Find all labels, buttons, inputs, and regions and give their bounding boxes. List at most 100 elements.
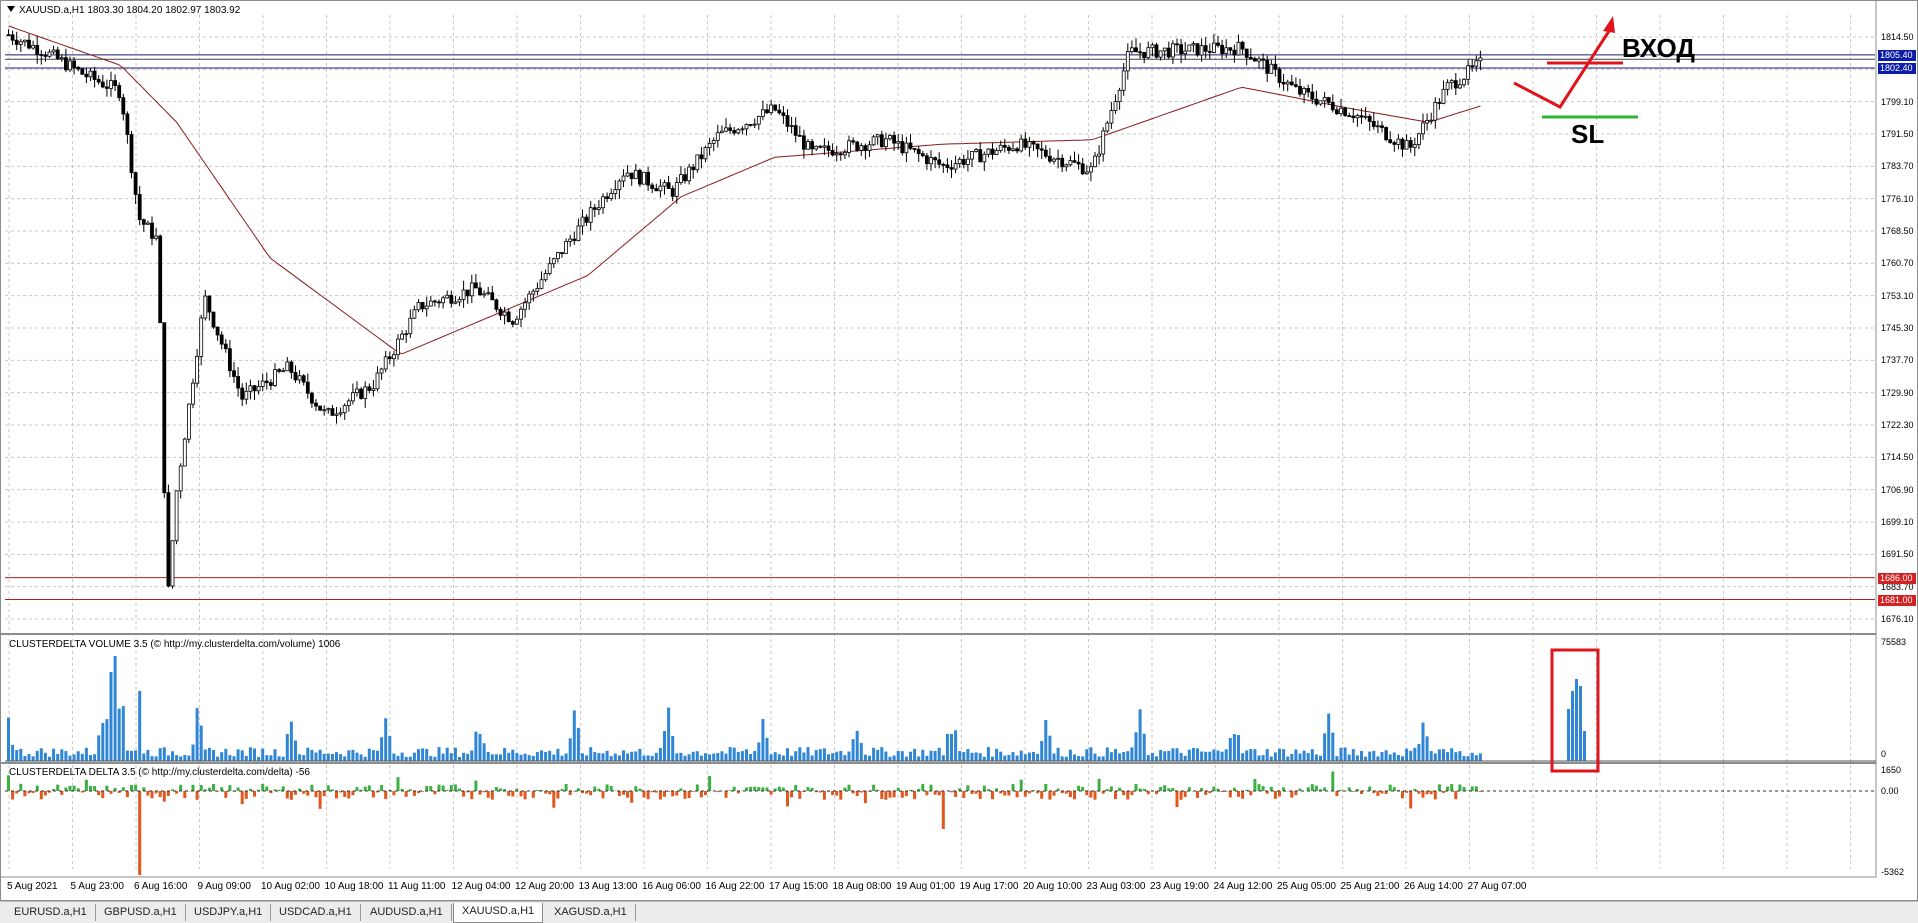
delta-bar: [1450, 784, 1454, 791]
volume-bar: [1384, 750, 1388, 761]
volume-bar: [298, 754, 302, 761]
candle-body: [1097, 153, 1101, 157]
candle-body: [277, 369, 282, 372]
time-axis-label: 5 Aug 23:00: [70, 881, 124, 892]
candle-body: [1146, 47, 1151, 59]
delta-bar: [646, 791, 650, 800]
volume-bar: [433, 756, 437, 761]
volume-bar: [1450, 748, 1454, 761]
delta-bar: [68, 785, 72, 791]
volume-bar: [1376, 756, 1380, 761]
price-candle: [621, 169, 626, 188]
candle-body: [117, 85, 122, 99]
price-candle: [761, 100, 765, 121]
volume-bar: [564, 753, 568, 761]
tab-usdcad-a-h1[interactable]: USDCAD.a,H1: [271, 904, 361, 921]
candle-body: [1281, 82, 1286, 85]
volume-bar: [683, 755, 687, 761]
volume-bar: [1183, 755, 1187, 761]
price-candle: [1392, 140, 1397, 152]
price-candle: [277, 368, 282, 374]
chart-canvas[interactable]: [1, 1, 1918, 901]
price-candle: [264, 372, 269, 390]
price-candle: [51, 45, 56, 55]
delta-bar: [380, 784, 384, 791]
candle-body: [1035, 143, 1040, 150]
delta-bar: [1027, 791, 1031, 794]
volume-bar: [56, 753, 60, 761]
candle-body: [498, 308, 503, 316]
candle-body: [1429, 119, 1434, 122]
volume-bar: [1294, 749, 1298, 761]
price-level-tag: 1686.00: [1878, 572, 1916, 584]
candle-body: [929, 157, 933, 165]
volume-bar: [1470, 752, 1474, 761]
volume-bar: [1355, 755, 1359, 761]
price-candle: [215, 326, 220, 341]
price-candle: [920, 150, 925, 158]
tab-gbpusd-a-h1[interactable]: GBPUSD.a,H1: [96, 904, 186, 921]
tab-eurusd-a-h1[interactable]: EURUSD.a,H1: [6, 904, 96, 921]
price-candle: [1376, 120, 1380, 134]
candle-body: [560, 252, 564, 254]
tab-audusd-a-h1[interactable]: AUDUSD.a,H1: [362, 904, 452, 921]
volume-bar: [146, 749, 150, 761]
moving-average-line: [8, 25, 1481, 355]
price-candle: [601, 193, 605, 214]
candle-body: [68, 60, 72, 71]
price-candle: [707, 137, 712, 156]
candle-body: [970, 151, 974, 160]
volume-bar: [1077, 756, 1081, 761]
price-scale-label: 1753.10: [1881, 290, 1914, 301]
price-candle: [297, 369, 302, 384]
delta-bar: [1118, 787, 1122, 791]
candle-body: [162, 322, 167, 494]
volume-bar: [810, 755, 814, 761]
volume-bar: [130, 750, 133, 761]
candle-body: [1466, 65, 1470, 80]
candle-body: [1183, 50, 1188, 55]
candle-body: [1322, 97, 1327, 102]
price-candle: [1445, 79, 1450, 96]
dropdown-triangle-icon[interactable]: [7, 6, 15, 12]
tab-usdjpy-a-h1[interactable]: USDJPY.a,H1: [186, 904, 272, 921]
volume-bar: [355, 752, 359, 761]
volume-bar: [933, 750, 937, 761]
price-candle: [178, 463, 183, 499]
volume-bar: [740, 751, 744, 761]
price-candle: [879, 130, 884, 148]
price-candle: [990, 143, 995, 160]
candle-body: [1273, 63, 1278, 70]
volume-bar: [966, 749, 970, 761]
candle-body: [957, 158, 962, 165]
price-candle: [502, 306, 507, 325]
volume-bar: [999, 751, 1003, 761]
volume-bar: [954, 730, 958, 761]
volume-bar: [64, 751, 68, 761]
volume-bar: [1159, 750, 1163, 761]
price-candle: [203, 289, 208, 321]
volume-bar: [1409, 750, 1413, 761]
volume-bar: [1454, 752, 1458, 761]
candle-body: [576, 225, 581, 242]
tab-xagusd-a-h1[interactable]: XAGUSD.a,H1: [546, 904, 636, 921]
price-candle: [1261, 53, 1265, 70]
chart-window[interactable]: XAUUSD.a,H1 1803.30 1804.20 1802.97 1803…: [0, 0, 1918, 901]
volume-bar: [818, 749, 822, 761]
delta-bar: [1003, 791, 1007, 796]
volume-bar: [417, 749, 420, 761]
price-candle: [1093, 151, 1097, 168]
price-candle: [666, 175, 671, 189]
candle-body: [830, 150, 835, 156]
delta-bar: [130, 784, 133, 791]
volume-bar: [68, 755, 72, 761]
candle-body: [744, 124, 749, 130]
price-candle: [334, 407, 339, 424]
delta-bar: [429, 786, 433, 791]
price-candle: [777, 103, 782, 115]
delta-bar: [150, 791, 154, 799]
tab-xauusd-a-h1[interactable]: XAUUSD.a,H1: [453, 903, 544, 923]
volume-bar: [1310, 749, 1314, 761]
candle-body: [1404, 140, 1409, 150]
price-candle: [847, 135, 851, 158]
